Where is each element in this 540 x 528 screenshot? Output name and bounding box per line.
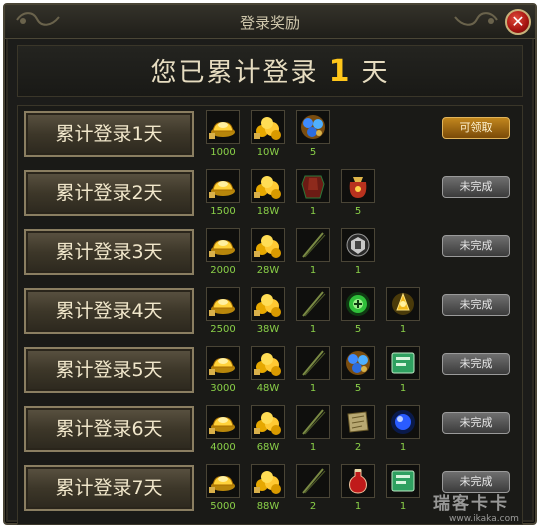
red-bag-icon[interactable] bbox=[341, 169, 375, 203]
incomplete-button[interactable]: 未完成 bbox=[442, 412, 510, 434]
login-reward-window: 登录奖励 ✕ 您已累计登录 1 天 累计登录1天 1000 10W 5 可领取 累计登录2天 1… bbox=[3, 3, 537, 525]
item-quantity: 3000 bbox=[210, 383, 236, 394]
staff-icon[interactable] bbox=[296, 228, 330, 262]
item-quantity: 1 bbox=[399, 442, 407, 453]
title-bar[interactable]: 登录奖励 ✕ bbox=[5, 5, 535, 39]
day-label: 累计登录3天 bbox=[24, 229, 194, 275]
item-quantity: 1000 bbox=[210, 147, 236, 158]
item-quantity: 2 bbox=[309, 501, 317, 512]
watermark-main: 瑞客卡卡 bbox=[433, 494, 509, 514]
blue-gem-icon[interactable] bbox=[296, 110, 330, 144]
item-quantity: 1 bbox=[399, 501, 407, 512]
item-quantity: 1 bbox=[309, 206, 317, 217]
reward-row: 累计登录4天 2500 38W 1 5 1 未完成 bbox=[18, 283, 522, 339]
day-label: 累计登录1天 bbox=[24, 111, 194, 157]
scroll-icon[interactable] bbox=[341, 405, 375, 439]
item-quantity: 1500 bbox=[210, 206, 236, 217]
staff-icon[interactable] bbox=[296, 405, 330, 439]
item-quantity: 4000 bbox=[210, 442, 236, 453]
gold-ingot-icon[interactable] bbox=[206, 405, 240, 439]
reward-list: 累计登录1天 1000 10W 5 可领取 累计登录2天 1500 18W 1 5 未完成 累计登录3… bbox=[17, 105, 523, 525]
gold-pile-icon[interactable] bbox=[251, 405, 285, 439]
gold-ingot-icon[interactable] bbox=[206, 228, 240, 262]
day-label: 累计登录2天 bbox=[24, 170, 194, 216]
day-label: 累计登录7天 bbox=[24, 465, 194, 511]
item-quantity: 18W bbox=[256, 206, 280, 217]
gold-pile-icon[interactable] bbox=[251, 346, 285, 380]
green-book-icon[interactable] bbox=[386, 464, 420, 498]
gold-pile-icon[interactable] bbox=[251, 287, 285, 321]
gold-ingot-icon[interactable] bbox=[206, 287, 240, 321]
item-quantity: 1 bbox=[399, 324, 407, 335]
item-quantity: 2 bbox=[354, 442, 362, 453]
item-quantity: 1 bbox=[354, 265, 362, 276]
item-quantity: 5 bbox=[354, 324, 362, 335]
green-orb-icon[interactable] bbox=[341, 287, 375, 321]
item-quantity: 10W bbox=[256, 147, 280, 158]
blue-gem-icon[interactable] bbox=[341, 346, 375, 380]
gold-ingot-icon[interactable] bbox=[206, 464, 240, 498]
item-quantity: 5 bbox=[354, 206, 362, 217]
gold-ingot-icon[interactable] bbox=[206, 169, 240, 203]
item-quantity: 1 bbox=[354, 501, 362, 512]
reward-row: 累计登录3天 2000 28W 1 1 未完成 bbox=[18, 224, 522, 280]
item-quantity: 88W bbox=[256, 501, 280, 512]
gold-pile-icon[interactable] bbox=[251, 228, 285, 262]
green-book-icon[interactable] bbox=[386, 346, 420, 380]
item-quantity: 28W bbox=[256, 265, 280, 276]
item-quantity: 38W bbox=[256, 324, 280, 335]
item-quantity: 5 bbox=[309, 147, 317, 158]
gold-ingot-icon[interactable] bbox=[206, 110, 240, 144]
gold-rune-icon[interactable] bbox=[386, 287, 420, 321]
day-label: 累计登录5天 bbox=[24, 347, 194, 393]
red-armor-icon[interactable] bbox=[296, 169, 330, 203]
reward-row: 累计登录1天 1000 10W 5 可领取 bbox=[18, 106, 522, 162]
gold-pile-icon[interactable] bbox=[251, 110, 285, 144]
reward-row: 累计登录5天 3000 48W 1 5 1 未完成 bbox=[18, 342, 522, 398]
emblem-icon[interactable] bbox=[341, 228, 375, 262]
claim-button[interactable]: 可领取 bbox=[442, 117, 510, 139]
reward-row: 累计登录2天 1500 18W 1 5 未完成 bbox=[18, 165, 522, 221]
red-potion-icon[interactable] bbox=[341, 464, 375, 498]
day-label: 累计登录4天 bbox=[24, 288, 194, 334]
item-quantity: 2500 bbox=[210, 324, 236, 335]
item-quantity: 1 bbox=[309, 442, 317, 453]
item-quantity: 1 bbox=[309, 383, 317, 394]
day-label: 累计登录6天 bbox=[24, 406, 194, 452]
watermark: 瑞客卡卡 www.ikaka.com bbox=[433, 489, 533, 527]
summary-suffix: 天 bbox=[361, 58, 390, 88]
item-quantity: 5000 bbox=[210, 501, 236, 512]
incomplete-button[interactable]: 未完成 bbox=[442, 235, 510, 257]
incomplete-button[interactable]: 未完成 bbox=[442, 176, 510, 198]
blue-orb-icon[interactable] bbox=[386, 405, 420, 439]
staff-icon[interactable] bbox=[296, 464, 330, 498]
item-quantity: 2000 bbox=[210, 265, 236, 276]
summary-prefix: 您已累计登录 bbox=[150, 58, 319, 88]
summary-days: 1 bbox=[328, 54, 352, 89]
close-button[interactable]: ✕ bbox=[505, 9, 531, 35]
window-title: 登录奖励 bbox=[239, 14, 300, 32]
item-quantity: 1 bbox=[309, 265, 317, 276]
item-quantity: 68W bbox=[256, 442, 280, 453]
gold-pile-icon[interactable] bbox=[251, 464, 285, 498]
staff-icon[interactable] bbox=[296, 346, 330, 380]
item-quantity: 48W bbox=[256, 383, 280, 394]
reward-row: 累计登录6天 4000 68W 1 2 1 未完成 bbox=[18, 401, 522, 457]
item-quantity: 1 bbox=[399, 383, 407, 394]
watermark-url: www.ikaka.com bbox=[449, 514, 519, 524]
login-summary: 您已累计登录 1 天 bbox=[17, 45, 523, 97]
staff-icon[interactable] bbox=[296, 287, 330, 321]
gold-ingot-icon[interactable] bbox=[206, 346, 240, 380]
item-quantity: 5 bbox=[354, 383, 362, 394]
gold-pile-icon[interactable] bbox=[251, 169, 285, 203]
incomplete-button[interactable]: 未完成 bbox=[442, 294, 510, 316]
item-quantity: 1 bbox=[309, 324, 317, 335]
incomplete-button[interactable]: 未完成 bbox=[442, 353, 510, 375]
